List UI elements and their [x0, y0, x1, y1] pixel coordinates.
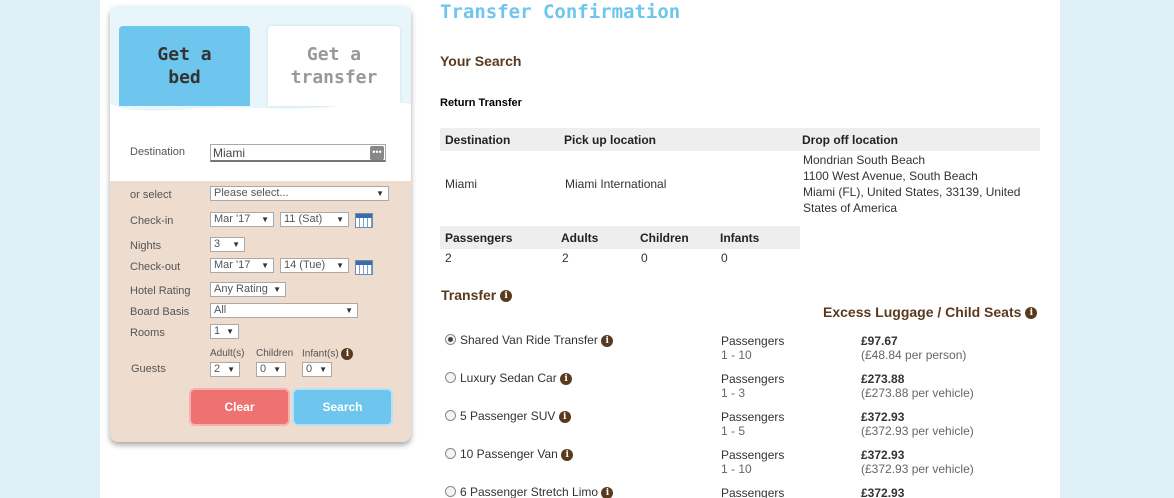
radio-button[interactable]: [445, 448, 456, 459]
chevron-down-icon: ▼: [376, 189, 384, 198]
children-select[interactable]: 0 ▼: [256, 362, 286, 377]
excess-luggage-heading: Excess Luggage / Child Seats i: [823, 304, 1038, 320]
transfer-option-10-passenger-van[interactable]: 10 Passenger Van i: [445, 447, 574, 461]
chevron-down-icon: ▼: [319, 365, 327, 374]
option-price: £372.93 (£372.93 per vehicle): [861, 448, 974, 476]
info-icon[interactable]: i: [561, 448, 574, 461]
chevron-down-icon: ▼: [226, 327, 234, 336]
info-icon[interactable]: i: [558, 410, 571, 423]
option-passengers: Passengers 1 - 5: [721, 410, 785, 438]
chevron-down-icon: ▼: [227, 365, 235, 374]
chevron-down-icon: ▼: [273, 285, 281, 294]
page-title: Transfer Confirmation: [440, 1, 681, 23]
adults-value: 2: [562, 251, 569, 265]
adults-label: Adult(s): [210, 348, 245, 359]
info-icon[interactable]: i: [601, 334, 614, 347]
guests-label: Guests: [131, 363, 166, 375]
checkin-month-select[interactable]: Mar '17 ▼: [210, 212, 274, 227]
infants-select[interactable]: 0 ▼: [302, 362, 332, 377]
option-passengers: Passengers 1 - 3: [721, 372, 785, 400]
option-price: £97.67 (£48.84 per person): [861, 334, 967, 362]
transfer-heading: Transfer i: [441, 287, 513, 303]
passengers-table-header: Passengers Adults Children Infants: [440, 226, 800, 249]
chevron-down-icon: ▼: [261, 215, 269, 224]
info-icon[interactable]: i: [341, 348, 354, 360]
infants-value: 0: [721, 251, 728, 265]
info-icon[interactable]: i: [500, 290, 513, 303]
checkin-calendar-icon[interactable]: [355, 213, 373, 228]
checkout-label: Check-out: [130, 261, 181, 273]
checkout-day-select[interactable]: 14 (Tue) ▼: [280, 258, 349, 273]
transfer-option-shared-van[interactable]: Shared Van Ride Transfer i: [445, 333, 614, 347]
chevron-down-icon: ▼: [261, 261, 269, 270]
or-select-dropdown[interactable]: Please select... ▼: [210, 186, 389, 201]
hotel-rating-select[interactable]: Any Rating ▼: [210, 282, 286, 297]
option-price: £273.88 (£273.88 per vehicle): [861, 372, 974, 400]
adults-select[interactable]: 2 ▼: [210, 362, 240, 377]
rooms-label: Rooms: [130, 327, 165, 339]
destination-label: Destination: [130, 146, 186, 158]
destination-input[interactable]: Miami •••: [210, 144, 386, 162]
chevron-down-icon: ▼: [232, 240, 240, 249]
checkout-month-select[interactable]: Mar '17 ▼: [210, 258, 274, 273]
clear-button[interactable]: Clear: [191, 390, 288, 424]
search-widget: Get a bed Get a transfer Destination Mia…: [110, 6, 411, 442]
children-value: 0: [641, 251, 648, 265]
option-price: £372.93 (£372.93 per vehicle): [861, 410, 974, 438]
checkin-day-select[interactable]: 11 (Sat) ▼: [280, 212, 349, 227]
dropoff-value: Mondrian South Beach 1100 West Avenue, S…: [803, 153, 1021, 215]
transfer-option-5-passenger-suv[interactable]: 5 Passenger SUV i: [445, 409, 571, 423]
location-table-header: Destination Pick up location Drop off lo…: [440, 128, 1040, 151]
nights-label: Nights: [130, 240, 162, 252]
option-price: £372.93: [861, 486, 905, 498]
or-select-label: or select: [130, 189, 172, 201]
chevron-down-icon: ▼: [336, 215, 344, 224]
checkin-label: Check-in: [130, 215, 174, 227]
chevron-down-icon: ▼: [273, 365, 281, 374]
destination-value: Miami: [445, 177, 477, 191]
option-passengers: Passengers 1 - 10: [721, 448, 785, 476]
checkout-calendar-icon[interactable]: [355, 260, 373, 275]
radio-button[interactable]: [445, 410, 456, 421]
children-label: Children: [256, 348, 294, 359]
board-basis-select[interactable]: All ▼: [210, 303, 358, 318]
board-basis-label: Board Basis: [130, 306, 190, 318]
info-icon[interactable]: i: [1025, 307, 1038, 320]
hotel-rating-label: Hotel Rating: [130, 285, 191, 297]
search-button[interactable]: Search: [294, 390, 391, 424]
your-search-heading: Your Search: [440, 53, 522, 69]
destination-lookup-button[interactable]: •••: [370, 146, 384, 160]
option-passengers: Passengers 1 - 10: [721, 334, 785, 362]
infants-label: Infant(s) i: [302, 348, 354, 360]
chevron-down-icon: ▼: [345, 306, 353, 315]
info-icon[interactable]: i: [560, 372, 573, 385]
info-icon[interactable]: i: [601, 486, 614, 498]
radio-button[interactable]: [445, 334, 456, 345]
option-passengers: Passengers: [721, 486, 785, 498]
wave-divider: [110, 102, 411, 124]
nights-select[interactable]: 3 ▼: [210, 237, 245, 252]
transfer-option-luxury-sedan[interactable]: Luxury Sedan Car i: [445, 371, 573, 385]
transfer-option-stretch-limo[interactable]: 6 Passenger Stretch Limo i: [445, 485, 614, 498]
rooms-select[interactable]: 1 ▼: [210, 324, 239, 339]
chevron-down-icon: ▼: [336, 261, 344, 270]
return-transfer-label: Return Transfer: [440, 97, 522, 109]
passengers-value: 2: [445, 251, 452, 265]
pickup-value: Miami International: [565, 177, 667, 191]
radio-button[interactable]: [445, 486, 456, 497]
radio-button[interactable]: [445, 372, 456, 383]
